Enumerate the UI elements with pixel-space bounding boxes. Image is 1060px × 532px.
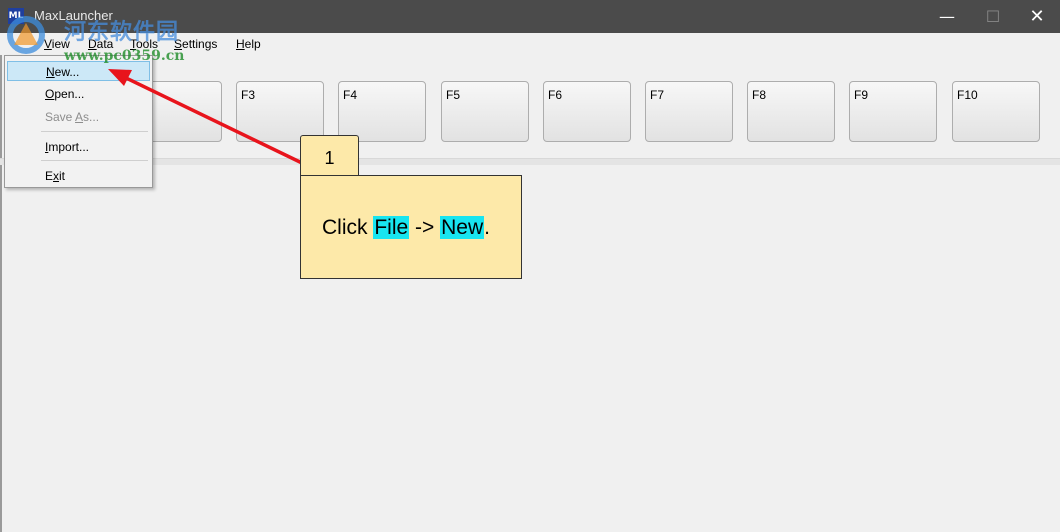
instruction-mid: -> xyxy=(409,216,441,239)
instruction-suffix: . xyxy=(484,216,490,239)
highlight-file: File xyxy=(373,216,410,239)
annotation-arrow xyxy=(108,69,303,165)
step-number-badge: 1 xyxy=(300,135,359,175)
instruction-prefix: Click xyxy=(322,216,374,239)
instruction-text: Click File -> New. xyxy=(322,216,490,240)
instruction-callout: Click File -> New. xyxy=(300,175,522,279)
highlight-new: New xyxy=(440,216,485,239)
